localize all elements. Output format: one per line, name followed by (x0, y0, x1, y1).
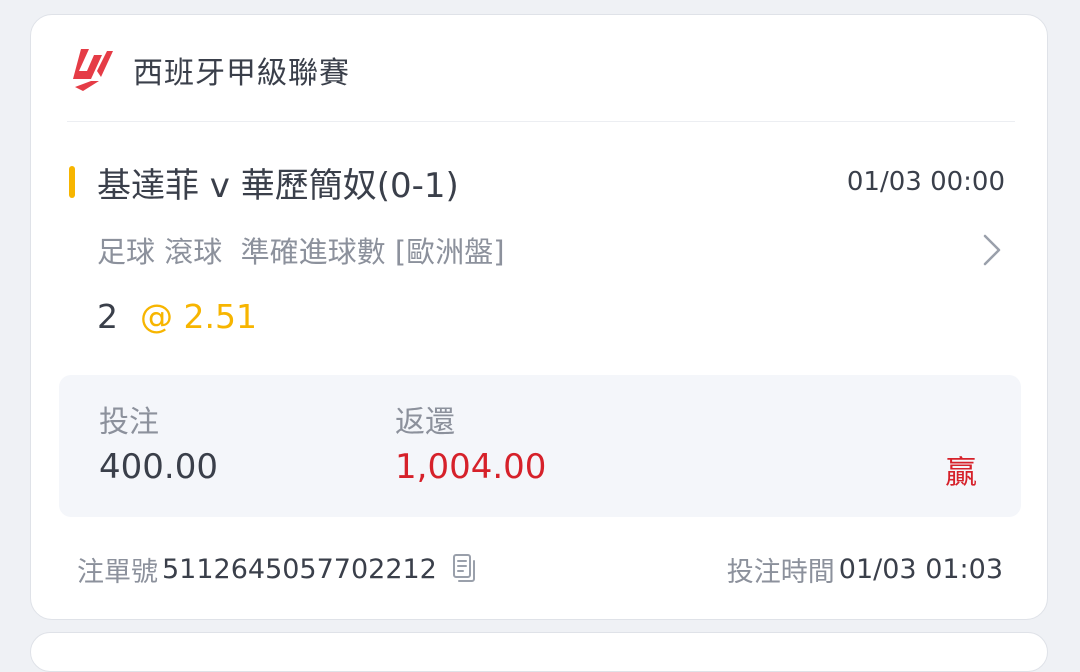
market-row[interactable]: 足球 滾球 準確進球數 [歐洲盤] (97, 225, 1003, 275)
return-value: 1,004.00 (395, 447, 547, 487)
laliga-logo-icon (73, 49, 113, 91)
selection-pick: 2 (97, 296, 118, 336)
match-title: 基達菲 v 華歷簡奴(0-1) (97, 165, 459, 206)
bet-time-value: 01/03 01:03 (838, 553, 1003, 585)
bet-number-label: 注單號 (77, 556, 158, 588)
return-label: 返還 (395, 405, 455, 440)
divider (67, 121, 1015, 122)
footer-row: 注單號 5112645057702212 投注時間 01/03 01:03 (77, 545, 1003, 593)
match-row[interactable]: 基達菲 v 華歷簡奴(0-1) 01/03 00:00 (69, 157, 1005, 207)
league-header: 西班牙甲級聯賽 (67, 45, 350, 95)
stake-value: 400.00 (99, 447, 218, 487)
bet-card: 西班牙甲級聯賽 基達菲 v 華歷簡奴(0-1) 01/03 00:00 足球 滾… (30, 14, 1048, 620)
next-bet-card (30, 632, 1048, 672)
stake-column: 投注 400.00 (99, 397, 218, 487)
copy-icon[interactable] (451, 552, 477, 586)
league-name: 西班牙甲級聯賽 (133, 56, 350, 91)
result-badge: 贏 (944, 453, 977, 491)
chevron-right-icon[interactable] (981, 232, 1003, 268)
accent-bar (69, 166, 75, 198)
bet-number-value: 5112645057702212 (162, 553, 437, 585)
stake-label: 投注 (99, 405, 159, 440)
selection-odds: @ 2.51 (140, 296, 257, 336)
selection-row: 2 @ 2.51 (97, 291, 257, 341)
market-text: 足球 滾球 準確進球數 [歐洲盤] (97, 235, 505, 269)
return-column: 返還 1,004.00 (395, 397, 546, 487)
stake-panel: 投注 400.00 返還 1,004.00 贏 (59, 375, 1021, 517)
bet-time-label: 投注時間 (726, 556, 835, 588)
match-time: 01/03 00:00 (846, 167, 1005, 197)
